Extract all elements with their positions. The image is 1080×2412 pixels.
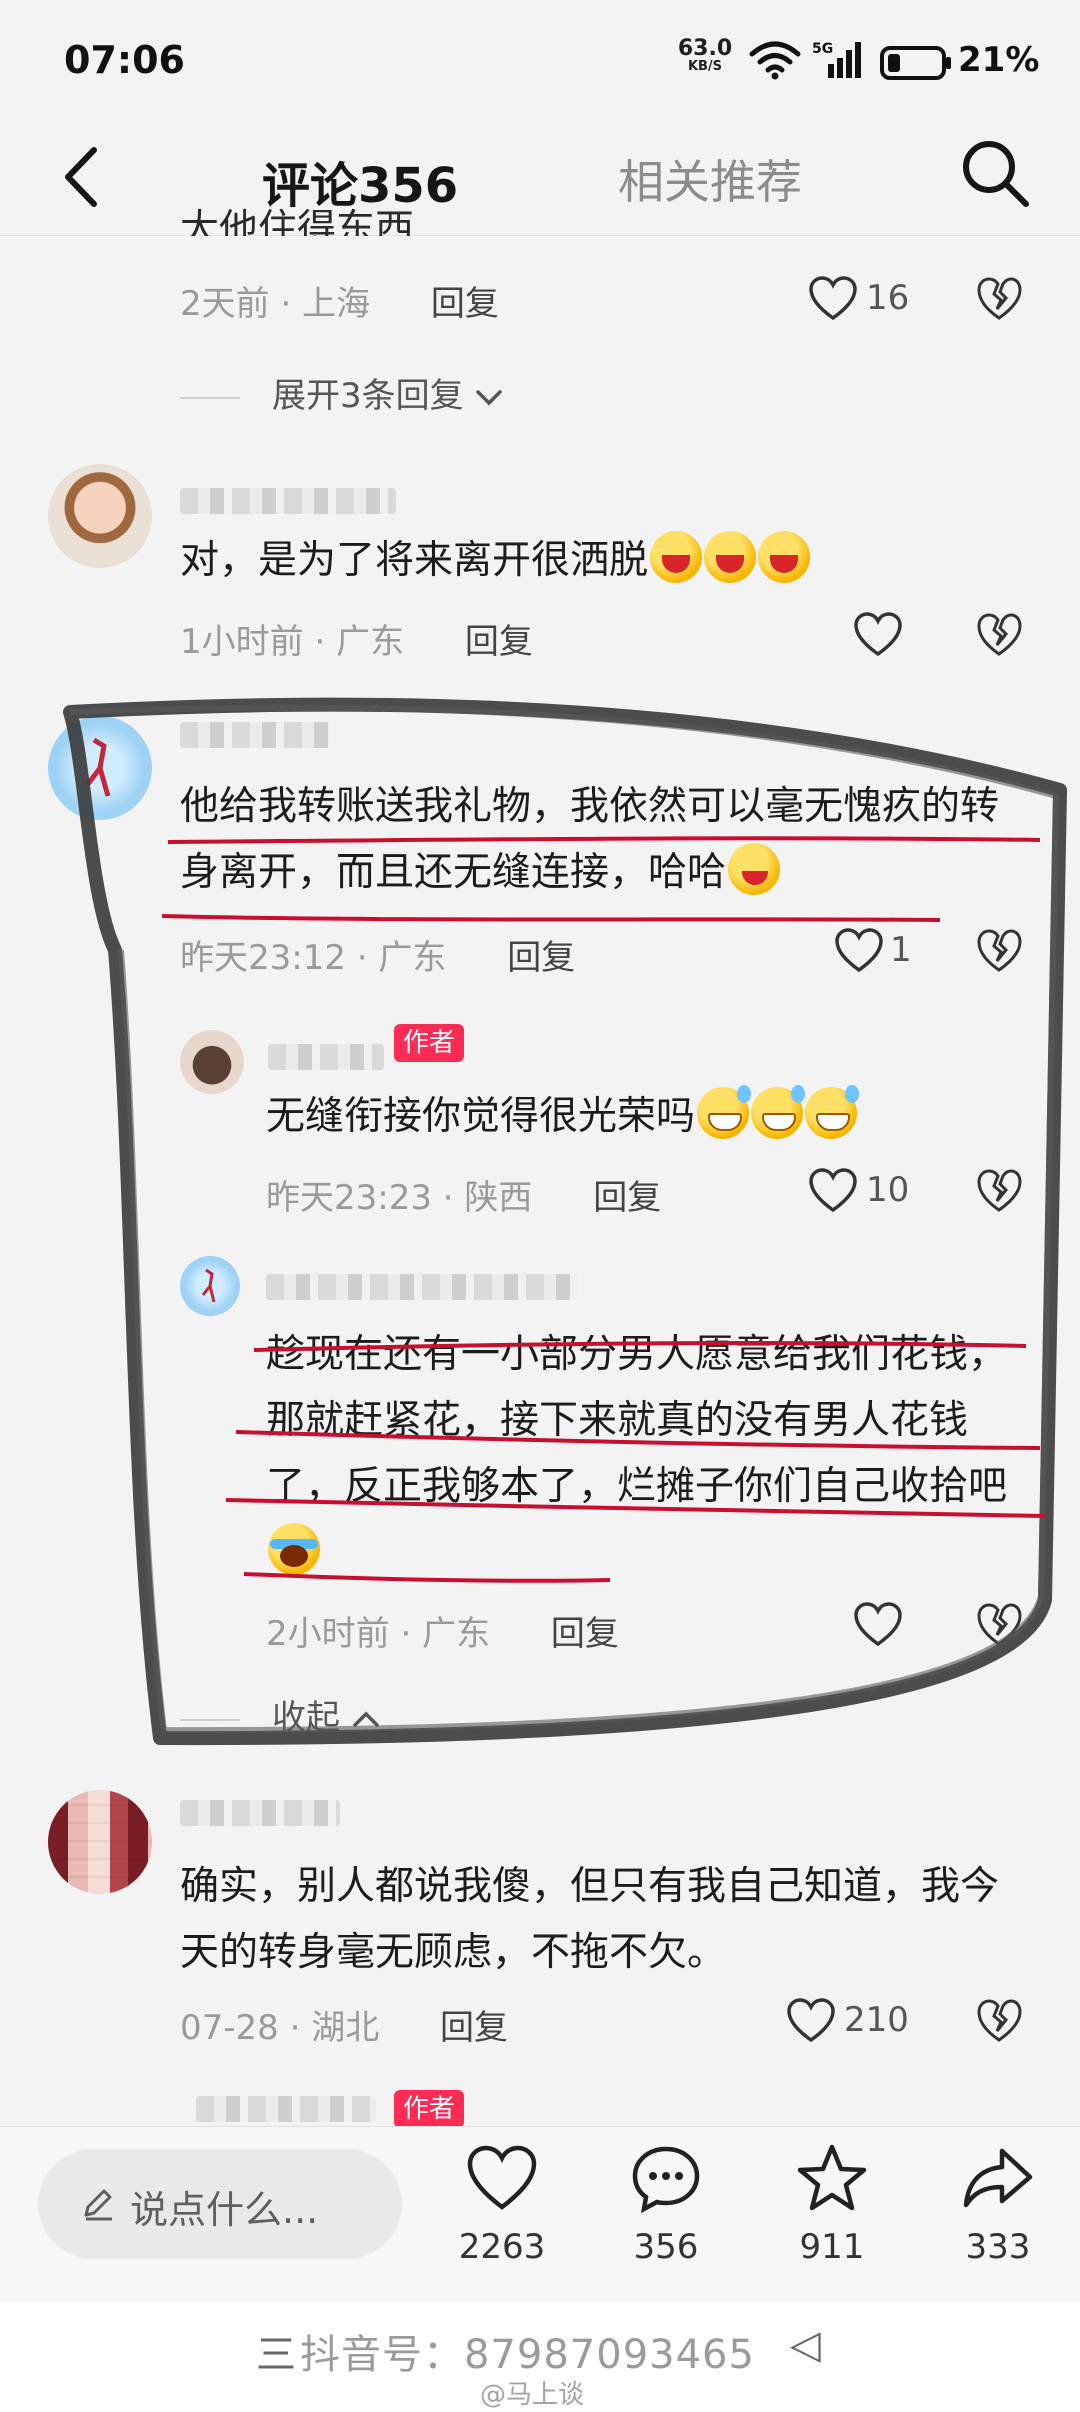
like-icon[interactable] <box>853 1602 903 1648</box>
dislike-icon[interactable] <box>976 928 1022 974</box>
chevron-up-icon <box>353 1711 379 1727</box>
like-icon[interactable] <box>786 1998 836 2044</box>
grin-sweat-emoji <box>805 1085 860 1139</box>
search-icon[interactable] <box>958 136 1032 210</box>
crying-laugh-emoji <box>268 1523 320 1575</box>
reply-text: 趁现在还有一小部分男人愿意给我们花钱，那就赶紧花，接下来就真的没有男人花钱了，反… <box>266 1322 1026 1586</box>
share-arrow-icon <box>963 2148 1033 2208</box>
bottom-action-bar: 说点什么... 2263 356 911 333 <box>0 2126 1080 2302</box>
favorite-count: 911 <box>799 2227 865 2267</box>
username-blurred[interactable] <box>180 488 396 514</box>
comment-meta: 2天前 · 上海 回复 <box>180 284 499 324</box>
status-bar: 07:06 63.0 KB/S 5G 21% <box>0 0 1080 120</box>
author-badge: 作者 <box>394 2090 465 2128</box>
signal-icon: 5G <box>812 41 861 78</box>
share-button[interactable]: 333 <box>938 2141 1058 2267</box>
like-icon[interactable] <box>834 928 884 974</box>
header: 评论356 相关推荐 <box>0 120 1080 236</box>
svg-text:5G: 5G <box>812 41 833 57</box>
dislike-icon[interactable] <box>976 612 1022 658</box>
tab-related[interactable]: 相关推荐 <box>618 146 802 212</box>
grin-sweat-emoji <box>751 1085 806 1139</box>
grin-sweat-emoji <box>697 1085 752 1139</box>
favorite-button[interactable]: 911 <box>772 2141 892 2267</box>
username-blurred[interactable] <box>196 2096 376 2122</box>
avatar[interactable] <box>180 1030 244 1094</box>
comment-text-cut: 大他住得东西 <box>180 207 415 236</box>
comment-meta: 2小时前 · 广东 回复 <box>266 1614 619 1654</box>
reply-button[interactable]: 回复 <box>551 1614 619 1654</box>
comment-button[interactable]: 356 <box>606 2141 726 2267</box>
username-blurred[interactable] <box>180 1800 340 1826</box>
laugh-emoji <box>650 531 703 583</box>
reply-button[interactable]: 回复 <box>431 284 499 324</box>
battery-percent: 21% <box>958 40 1040 80</box>
comment-meta: 昨天23:23 · 陕西 回复 <box>266 1178 662 1218</box>
comment-input-placeholder: 说点什么... <box>130 2188 319 2232</box>
battery-icon <box>880 46 951 80</box>
collapse-replies-button[interactable]: 收起 <box>180 1690 381 1739</box>
reply-button[interactable]: 回复 <box>440 2008 508 2048</box>
comment-input[interactable]: 说点什么... <box>38 2149 402 2259</box>
like-count: 2263 <box>458 2227 546 2267</box>
dislike-icon[interactable] <box>976 1998 1022 2044</box>
like-count: 1 <box>890 930 912 970</box>
like-count: 10 <box>866 1170 910 1210</box>
comment-count: 356 <box>633 2227 699 2267</box>
status-time: 07:06 <box>64 38 185 82</box>
like-count: 210 <box>844 2000 909 2040</box>
reply-button[interactable]: 回复 <box>507 938 575 978</box>
dislike-icon[interactable] <box>976 1168 1022 1214</box>
comment-text: 他给我转账送我礼物，我依然可以毫无愧疚的转身离开，而且还无缝连接，哈哈 <box>180 784 1000 895</box>
expand-replies-button[interactable]: 展开3条回复 <box>180 368 504 417</box>
avatar[interactable] <box>48 464 152 568</box>
like-icon[interactable] <box>808 276 858 322</box>
laugh-emoji <box>704 531 757 583</box>
username-blurred[interactable] <box>266 1274 578 1300</box>
watermark-douyin-id: 抖音号：87987093465 <box>300 2332 755 2378</box>
comment-bubble-icon <box>632 2146 700 2214</box>
laugh-emoji <box>758 531 811 583</box>
like-icon[interactable] <box>853 612 903 658</box>
author-badge: 作者 <box>394 1024 465 1062</box>
network-speed: 63.0 KB/S <box>677 36 733 74</box>
system-nav-bar: 三 抖音号：87987093465 ◁ @马上谈 <box>0 2302 1080 2412</box>
comment-meta: 1小时前 · 广东 回复 <box>180 622 533 662</box>
avatar[interactable] <box>48 716 152 820</box>
dislike-icon[interactable] <box>976 276 1022 322</box>
nav-menu-button[interactable]: 三 <box>256 2322 296 2380</box>
pencil-icon <box>84 2189 112 2221</box>
dislike-icon[interactable] <box>976 1602 1022 1648</box>
comment-text: 对，是为了将来离开很洒脱 <box>180 528 1020 594</box>
reply-button[interactable]: 回复 <box>593 1178 661 1218</box>
avatar[interactable] <box>48 1790 152 1894</box>
comment-text: 确实，别人都说我傻，但只有我自己知道，我今天的转身毫无顾虑，不拖不欠。 <box>180 1864 1000 1975</box>
comment-meta: 昨天23:12 · 广东 回复 <box>180 938 576 978</box>
reply-button[interactable]: 回复 <box>465 622 533 662</box>
back-arrow-icon[interactable] <box>54 142 114 212</box>
avatar[interactable] <box>180 1256 240 1316</box>
reply-text: 无缝衔接你觉得很光荣吗 <box>266 1084 1026 1150</box>
star-icon <box>797 2144 867 2211</box>
like-count: 16 <box>866 278 910 318</box>
chevron-down-icon <box>476 389 503 405</box>
like-button[interactable]: 2263 <box>442 2141 562 2267</box>
wifi-icon <box>749 41 801 80</box>
wink-emoji <box>728 843 781 895</box>
like-icon[interactable] <box>808 1168 858 1214</box>
heart-icon <box>467 2145 537 2210</box>
watermark-weibo: @马上谈 <box>480 2380 585 2410</box>
comment-meta: 07-28 · 湖北 回复 <box>180 2008 509 2048</box>
nav-back-button[interactable]: ◁ <box>790 2322 821 2368</box>
username-blurred[interactable] <box>180 722 330 748</box>
share-count: 333 <box>965 2227 1031 2267</box>
username-blurred[interactable] <box>268 1044 384 1070</box>
